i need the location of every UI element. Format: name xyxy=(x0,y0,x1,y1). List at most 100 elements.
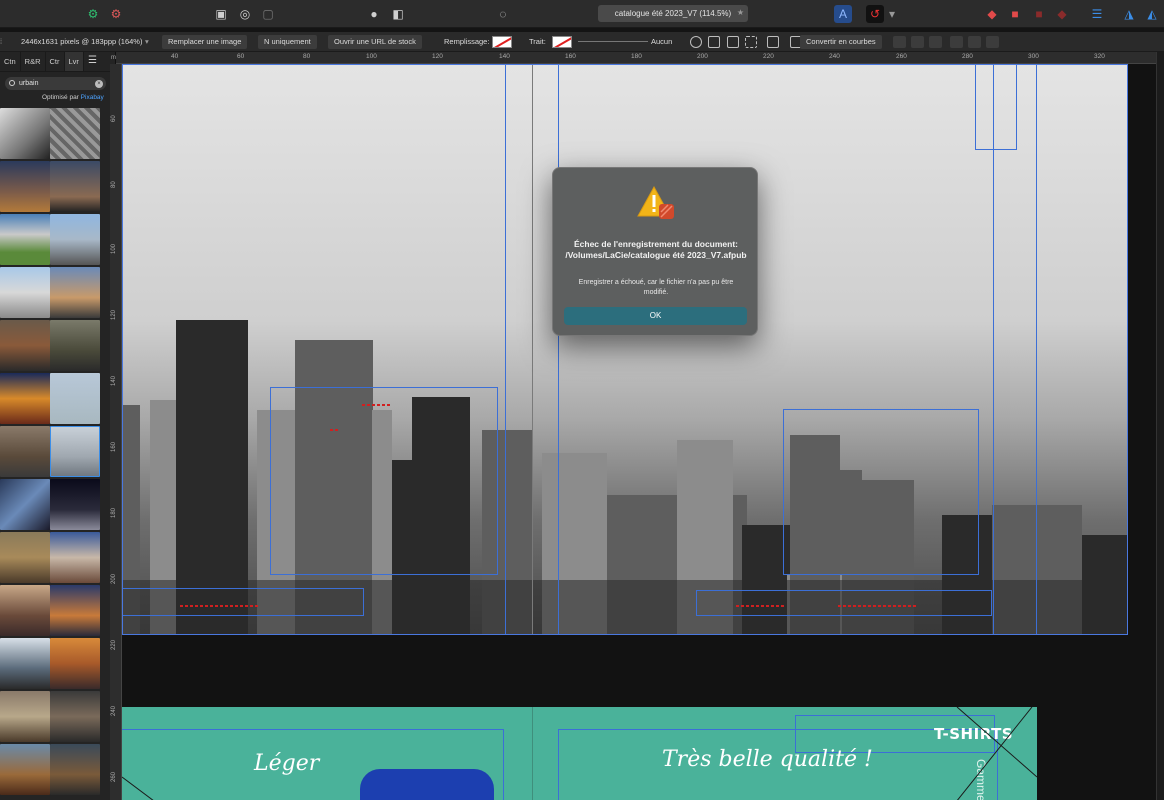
fill-swatch[interactable] xyxy=(492,36,512,48)
stock-thumbnail[interactable] xyxy=(50,214,100,265)
stock-thumbnail[interactable] xyxy=(0,161,50,212)
ruler-label: 160 xyxy=(111,441,117,452)
search-value: urbain xyxy=(19,80,39,87)
stock-thumbnail[interactable] xyxy=(50,585,100,636)
save-failed-dialog: Échec de l'enregistrement du document: /… xyxy=(552,167,758,336)
ruler-label: 140 xyxy=(111,375,117,386)
stock-thumbnail[interactable] xyxy=(0,214,50,265)
center-icon[interactable] xyxy=(727,36,739,48)
panel-toggle-icon[interactable]: ⁞ xyxy=(0,35,2,49)
open-stock-url-button[interactable]: Ouvrir une URL de stock xyxy=(328,35,422,49)
ruler-label: 100 xyxy=(111,243,117,254)
bw-only-button[interactable]: N uniquement xyxy=(258,35,317,49)
ruler-label: 220 xyxy=(111,639,117,650)
replace-image-button[interactable]: Remplacer une image xyxy=(162,35,248,49)
document-title-tab[interactable]: catalogue été 2023_V7 (114.5%) ★ xyxy=(598,5,748,22)
dialog-title: Échec de l'enregistrement du document: /… xyxy=(565,239,747,260)
hamburger-menu-icon[interactable]: ☰ xyxy=(84,52,101,71)
ruler-label: 60 xyxy=(237,53,245,60)
horizontal-ruler[interactable]: 40 60 80 100 120 140 160 180 200 220 240… xyxy=(116,52,1156,64)
align-right-icon[interactable] xyxy=(929,36,942,48)
ruler-label: 240 xyxy=(829,53,840,60)
tab-ctn[interactable]: Ctn xyxy=(0,52,21,71)
stock-thumbnail[interactable] xyxy=(50,532,100,583)
tab-lvr[interactable]: Lvr xyxy=(64,52,84,71)
stock-thumbnail[interactable] xyxy=(0,373,50,424)
stock-panel: Ctn R&R Ctr Lvr ☰ urbain × Optimisé par … xyxy=(0,52,116,800)
convert-curves-button[interactable]: Convertir en courbes xyxy=(800,35,882,49)
align-bottom-icon[interactable] xyxy=(986,36,999,48)
bounds-icon[interactable] xyxy=(745,36,757,48)
stock-thumbnail[interactable] xyxy=(0,108,50,159)
ok-button[interactable]: OK xyxy=(564,307,747,325)
stock-thumbnail[interactable] xyxy=(50,108,100,159)
stock-thumbnail[interactable] xyxy=(50,320,100,371)
stock-thumbnail[interactable] xyxy=(0,267,50,318)
right-panel-edge xyxy=(1156,52,1164,800)
stock-thumbnail[interactable] xyxy=(50,373,100,424)
stock-thumbnail[interactable] xyxy=(0,744,50,795)
stock-results-grid xyxy=(0,108,110,800)
chevron-down-icon[interactable]: ▾ xyxy=(145,35,149,49)
stock-thumbnail[interactable] xyxy=(0,691,50,742)
tshirt-page[interactable]: Léger Très belle qualité ! T-SHIRTS Gamm… xyxy=(122,707,1037,800)
ruler-label: 40 xyxy=(171,53,179,60)
persona-photo-icon[interactable]: ⚙ xyxy=(107,5,125,23)
star-icon[interactable]: ★ xyxy=(737,8,744,17)
boolean-subtract-icon[interactable]: ■ xyxy=(1030,5,1048,23)
stroke-swatch[interactable] xyxy=(552,36,572,48)
crosshair-icon[interactable] xyxy=(690,36,702,48)
panel-tabs: Ctn R&R Ctr Lvr ☰ xyxy=(0,52,115,72)
stock-thumbnail[interactable] xyxy=(0,320,50,371)
persona-publisher-icon[interactable]: ⚙ xyxy=(84,5,102,23)
pin-icon[interactable]: ● xyxy=(365,5,383,23)
main-toolbar: ⚙ ⚙ ▣ ◎ ▢ ● ◧ ◌ catalogue été 2023_V7 (1… xyxy=(0,0,1164,28)
flip-vertical-icon[interactable]: ◭ xyxy=(1143,5,1161,23)
arrange-icon[interactable]: ◆ xyxy=(983,5,1001,23)
flip-icon[interactable]: ◮ xyxy=(1120,5,1138,23)
stock-thumbnail[interactable] xyxy=(50,479,100,530)
search-input[interactable]: urbain × xyxy=(5,77,106,90)
powered-by: Optimisé par Pixabay xyxy=(42,94,104,101)
view-icon[interactable]: ▢ xyxy=(259,5,277,23)
stock-thumbnail[interactable] xyxy=(0,426,50,477)
stock-thumbnail[interactable] xyxy=(0,585,50,636)
tab-rr[interactable]: R&R xyxy=(21,52,46,71)
document-title: catalogue été 2023_V7 (114.5%) xyxy=(614,9,732,18)
text-frame-icon[interactable]: A xyxy=(834,5,852,23)
boolean-add-icon[interactable]: ■ xyxy=(1006,5,1024,23)
vertical-ruler[interactable]: 60 80 100 120 140 160 180 200 220 240 26… xyxy=(110,64,122,800)
stock-thumbnail[interactable] xyxy=(50,691,100,742)
ruler-label: 140 xyxy=(499,53,510,60)
fill-label: Remplissage: xyxy=(444,37,490,46)
stock-thumbnail[interactable] xyxy=(50,426,100,477)
stock-thumbnail[interactable] xyxy=(0,532,50,583)
stock-thumbnail[interactable] xyxy=(50,638,100,689)
stock-thumbnail[interactable] xyxy=(0,638,50,689)
stock-thumbnail[interactable] xyxy=(0,479,50,530)
tab-ctr[interactable]: Ctr xyxy=(46,52,65,71)
align-top-icon[interactable] xyxy=(950,36,963,48)
align-center-icon[interactable] xyxy=(911,36,924,48)
boolean-intersect-icon[interactable]: ◆ xyxy=(1053,5,1071,23)
shape-tool-icon[interactable]: ◎ xyxy=(236,5,254,23)
transform-icon[interactable] xyxy=(767,36,779,48)
frame-tool-icon[interactable]: ▣ xyxy=(212,5,230,23)
pixabay-link[interactable]: Pixabay xyxy=(81,94,104,101)
stock-thumbnail[interactable] xyxy=(50,161,100,212)
fit-icon[interactable] xyxy=(708,36,720,48)
align-middle-icon[interactable] xyxy=(968,36,981,48)
ruler-label: 160 xyxy=(565,53,576,60)
align-icon[interactable]: ☰ xyxy=(1088,5,1106,23)
snapping-icon[interactable]: ↺ xyxy=(866,5,884,23)
selection-bounds[interactable] xyxy=(122,64,1128,635)
stroke-width-slider[interactable] xyxy=(578,41,648,42)
stock-thumbnail[interactable] xyxy=(50,744,100,795)
preflight-icon[interactable]: ◧ xyxy=(389,5,407,23)
eye-icon[interactable]: ◌ xyxy=(494,5,512,23)
ruler-label: 200 xyxy=(697,53,708,60)
align-left-icon[interactable] xyxy=(893,36,906,48)
chevron-down-icon[interactable]: ▾ xyxy=(887,5,897,23)
stock-thumbnail[interactable] xyxy=(50,267,100,318)
clear-search-icon[interactable]: × xyxy=(95,79,103,88)
